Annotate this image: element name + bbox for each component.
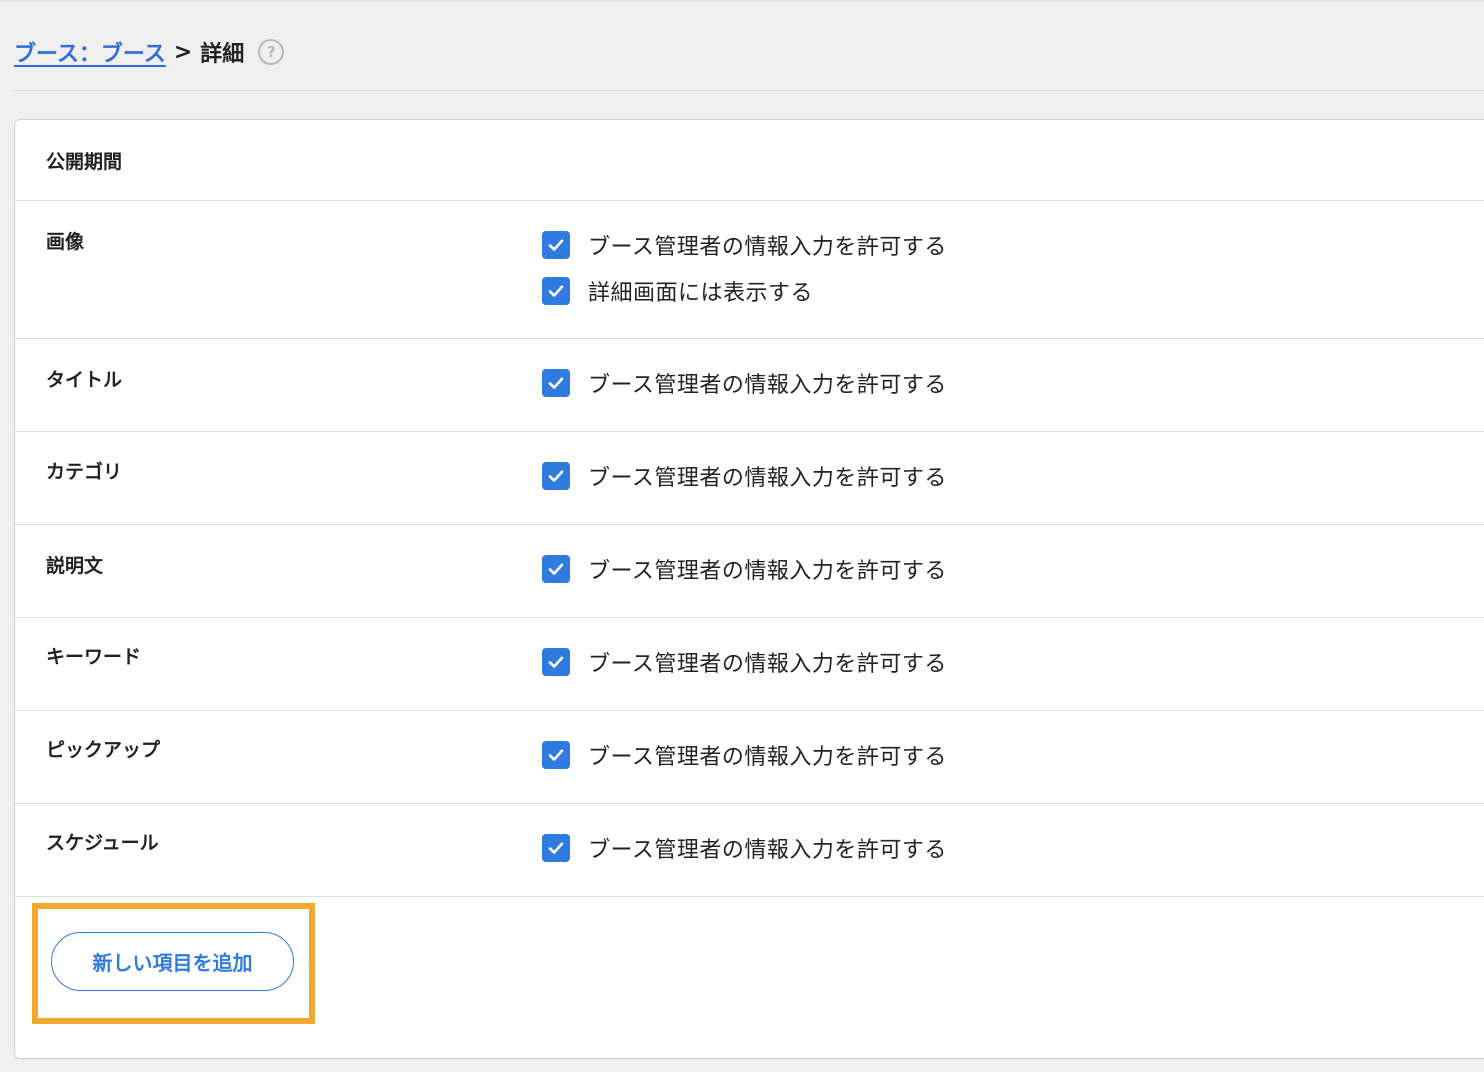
checkmark-icon	[548, 377, 564, 389]
row-label: タイトル	[46, 369, 123, 391]
checkmark-icon	[548, 749, 564, 761]
row-label: キーワード	[46, 646, 142, 668]
row-publish-period: 公開期間	[15, 120, 1484, 201]
option-allow-input[interactable]: ブース管理者の情報入力を許可する	[542, 368, 947, 398]
option-label: ブース管理者の情報入力を許可する	[588, 838, 947, 863]
checkbox[interactable]	[542, 741, 570, 769]
option-allow-input[interactable]: ブース管理者の情報入力を許可する	[542, 740, 947, 770]
option-allow-input[interactable]: ブース管理者の情報入力を許可する	[542, 554, 947, 584]
row-label: ピックアップ	[46, 739, 161, 761]
row-title: タイトル ブース管理者の情報入力を許可する	[15, 339, 1484, 432]
checkbox[interactable]	[542, 231, 570, 259]
page-title: 詳細	[200, 42, 245, 67]
checkmark-icon	[548, 656, 564, 668]
question-circle-icon[interactable]: ?	[258, 39, 285, 65]
option-show-detail[interactable]: 詳細画面には表示する	[542, 276, 813, 306]
option-label: ブース管理者の情報入力を許可する	[588, 745, 947, 770]
option-label: ブース管理者の情報入力を許可する	[588, 373, 947, 398]
option-allow-input[interactable]: ブース管理者の情報入力を許可する	[542, 461, 947, 491]
breadcrumb-separator: >	[173, 39, 193, 65]
row-label: カテゴリ	[46, 461, 123, 483]
row-image: 画像 ブース管理者の情報入力を許可する 詳細画面には表示する	[15, 201, 1484, 339]
option-label: ブース管理者の情報入力を許可する	[588, 652, 947, 677]
row-label: 説明文	[46, 555, 104, 577]
checkmark-icon	[548, 563, 564, 575]
checkmark-icon	[548, 842, 564, 854]
add-item-button[interactable]: 新しい項目を追加	[51, 932, 294, 991]
top-edge	[0, 0, 1484, 2]
option-label: ブース管理者の情報入力を許可する	[588, 559, 947, 584]
row-label: 画像	[46, 231, 85, 253]
checkmark-icon	[548, 239, 564, 251]
row-pickup: ピックアップ ブース管理者の情報入力を許可する	[15, 711, 1484, 804]
option-allow-input[interactable]: ブース管理者の情報入力を許可する	[542, 833, 947, 863]
option-label: ブース管理者の情報入力を許可する	[588, 466, 947, 491]
row-description: 説明文 ブース管理者の情報入力を許可する	[15, 525, 1484, 618]
option-label: ブース管理者の情報入力を許可する	[588, 235, 947, 260]
row-category: カテゴリ ブース管理者の情報入力を許可する	[15, 432, 1484, 525]
checkbox[interactable]	[542, 462, 570, 490]
header-divider	[14, 90, 1484, 91]
option-label: 詳細画面には表示する	[588, 281, 814, 306]
row-label: スケジュール	[46, 832, 159, 854]
checkmark-icon	[548, 470, 564, 482]
row-label: 公開期間	[46, 151, 123, 173]
breadcrumb-link-booth[interactable]: ブース：ブース	[14, 36, 166, 68]
checkbox[interactable]	[542, 369, 570, 397]
checkbox[interactable]	[542, 648, 570, 676]
option-allow-input[interactable]: ブース管理者の情報入力を許可する	[542, 647, 947, 677]
option-allow-input[interactable]: ブース管理者の情報入力を許可する	[542, 230, 947, 260]
checkmark-icon	[548, 285, 564, 297]
checkbox[interactable]	[542, 277, 570, 305]
checkbox[interactable]	[542, 555, 570, 583]
row-keyword: キーワード ブース管理者の情報入力を許可する	[15, 618, 1484, 711]
row-schedule: スケジュール ブース管理者の情報入力を許可する	[15, 804, 1484, 897]
breadcrumb: ブース：ブース > 詳細 ?	[14, 36, 285, 68]
checkbox[interactable]	[542, 834, 570, 862]
